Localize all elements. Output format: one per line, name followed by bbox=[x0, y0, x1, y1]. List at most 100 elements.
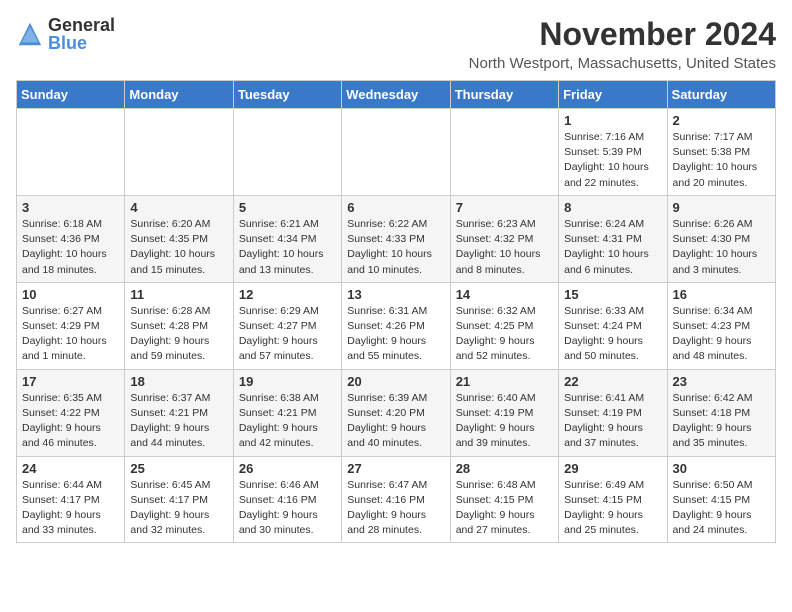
calendar-cell: 6 Sunrise: 6:22 AM Sunset: 4:33 PM Daylig… bbox=[342, 195, 450, 282]
day-number: 29 bbox=[564, 461, 661, 476]
day-header-tuesday: Tuesday bbox=[233, 81, 341, 109]
day-info: Sunrise: 6:24 AM Sunset: 4:31 PM Dayligh… bbox=[564, 217, 661, 278]
day-info: Sunrise: 6:39 AM Sunset: 4:20 PM Dayligh… bbox=[347, 391, 444, 452]
day-info: Sunrise: 6:34 AM Sunset: 4:23 PM Dayligh… bbox=[673, 304, 770, 365]
calendar-cell: 11 Sunrise: 6:28 AM Sunset: 4:28 PM Dayli… bbox=[125, 282, 233, 369]
calendar-cell: 18 Sunrise: 6:37 AM Sunset: 4:21 PM Dayli… bbox=[125, 369, 233, 456]
calendar-cell bbox=[125, 109, 233, 196]
day-number: 11 bbox=[130, 287, 227, 302]
day-number: 19 bbox=[239, 374, 336, 389]
calendar-cell: 30 Sunrise: 6:50 AM Sunset: 4:15 PM Dayli… bbox=[667, 456, 775, 543]
logo-general: General bbox=[48, 16, 115, 34]
day-number: 1 bbox=[564, 113, 661, 128]
day-info: Sunrise: 6:22 AM Sunset: 4:33 PM Dayligh… bbox=[347, 217, 444, 278]
day-number: 23 bbox=[673, 374, 770, 389]
day-number: 17 bbox=[22, 374, 119, 389]
calendar-header-row: SundayMondayTuesdayWednesdayThursdayFrid… bbox=[17, 81, 776, 109]
day-info: Sunrise: 6:37 AM Sunset: 4:21 PM Dayligh… bbox=[130, 391, 227, 452]
day-info: Sunrise: 6:42 AM Sunset: 4:18 PM Dayligh… bbox=[673, 391, 770, 452]
day-info: Sunrise: 6:21 AM Sunset: 4:34 PM Dayligh… bbox=[239, 217, 336, 278]
day-info: Sunrise: 6:28 AM Sunset: 4:28 PM Dayligh… bbox=[130, 304, 227, 365]
calendar-cell: 17 Sunrise: 6:35 AM Sunset: 4:22 PM Dayli… bbox=[17, 369, 125, 456]
day-number: 25 bbox=[130, 461, 227, 476]
calendar-cell: 28 Sunrise: 6:48 AM Sunset: 4:15 PM Dayli… bbox=[450, 456, 558, 543]
calendar-cell: 16 Sunrise: 6:34 AM Sunset: 4:23 PM Dayli… bbox=[667, 282, 775, 369]
day-info: Sunrise: 6:48 AM Sunset: 4:15 PM Dayligh… bbox=[456, 478, 553, 539]
day-header-sunday: Sunday bbox=[17, 81, 125, 109]
day-info: Sunrise: 6:41 AM Sunset: 4:19 PM Dayligh… bbox=[564, 391, 661, 452]
day-number: 7 bbox=[456, 200, 553, 215]
month-title: November 2024 bbox=[469, 16, 776, 53]
day-number: 9 bbox=[673, 200, 770, 215]
day-number: 2 bbox=[673, 113, 770, 128]
title-area: November 2024 North Westport, Massachuse… bbox=[469, 16, 776, 72]
calendar-cell: 4Sunrise: 6:20 AM Sunset: 4:35 PM Daylig… bbox=[125, 195, 233, 282]
header: General Blue November 2024 North Westpor… bbox=[16, 16, 776, 72]
day-info: Sunrise: 6:49 AM Sunset: 4:15 PM Dayligh… bbox=[564, 478, 661, 539]
day-number: 4 bbox=[130, 200, 227, 215]
day-number: 10 bbox=[22, 287, 119, 302]
day-info: Sunrise: 6:46 AM Sunset: 4:16 PM Dayligh… bbox=[239, 478, 336, 539]
day-info: Sunrise: 6:38 AM Sunset: 4:21 PM Dayligh… bbox=[239, 391, 336, 452]
calendar-cell: 13Sunrise: 6:31 AM Sunset: 4:26 PM Dayli… bbox=[342, 282, 450, 369]
calendar-cell: 26 Sunrise: 6:46 AM Sunset: 4:16 PM Dayli… bbox=[233, 456, 341, 543]
day-header-monday: Monday bbox=[125, 81, 233, 109]
calendar-cell: 2 Sunrise: 7:17 AM Sunset: 5:38 PM Daylig… bbox=[667, 109, 775, 196]
day-info: Sunrise: 6:18 AM Sunset: 4:36 PM Dayligh… bbox=[22, 217, 119, 278]
day-info: Sunrise: 6:23 AM Sunset: 4:32 PM Dayligh… bbox=[456, 217, 553, 278]
day-number: 16 bbox=[673, 287, 770, 302]
calendar-week-3: 10 Sunrise: 6:27 AM Sunset: 4:29 PM Dayli… bbox=[17, 282, 776, 369]
calendar-cell: 29 Sunrise: 6:49 AM Sunset: 4:15 PM Dayli… bbox=[559, 456, 667, 543]
day-info: Sunrise: 7:17 AM Sunset: 5:38 PM Dayligh… bbox=[673, 130, 770, 191]
day-info: Sunrise: 6:35 AM Sunset: 4:22 PM Dayligh… bbox=[22, 391, 119, 452]
calendar-cell: 9 Sunrise: 6:26 AM Sunset: 4:30 PM Daylig… bbox=[667, 195, 775, 282]
logo-blue: Blue bbox=[48, 34, 115, 52]
calendar-cell bbox=[342, 109, 450, 196]
day-number: 20 bbox=[347, 374, 444, 389]
calendar-cell: 1Sunrise: 7:16 AM Sunset: 5:39 PM Daylig… bbox=[559, 109, 667, 196]
day-number: 21 bbox=[456, 374, 553, 389]
day-number: 12 bbox=[239, 287, 336, 302]
day-number: 30 bbox=[673, 461, 770, 476]
calendar-cell bbox=[233, 109, 341, 196]
day-number: 14 bbox=[456, 287, 553, 302]
day-header-wednesday: Wednesday bbox=[342, 81, 450, 109]
day-number: 24 bbox=[22, 461, 119, 476]
calendar-cell: 19 Sunrise: 6:38 AM Sunset: 4:21 PM Dayli… bbox=[233, 369, 341, 456]
calendar: SundayMondayTuesdayWednesdayThursdayFrid… bbox=[16, 80, 776, 543]
calendar-cell: 15Sunrise: 6:33 AM Sunset: 4:24 PM Dayli… bbox=[559, 282, 667, 369]
logo: General Blue bbox=[16, 16, 115, 52]
day-info: Sunrise: 6:29 AM Sunset: 4:27 PM Dayligh… bbox=[239, 304, 336, 365]
calendar-week-1: 1Sunrise: 7:16 AM Sunset: 5:39 PM Daylig… bbox=[17, 109, 776, 196]
day-header-friday: Friday bbox=[559, 81, 667, 109]
day-info: Sunrise: 6:31 AM Sunset: 4:26 PM Dayligh… bbox=[347, 304, 444, 365]
calendar-cell bbox=[17, 109, 125, 196]
day-number: 6 bbox=[347, 200, 444, 215]
calendar-cell: 20 Sunrise: 6:39 AM Sunset: 4:20 PM Dayli… bbox=[342, 369, 450, 456]
calendar-week-5: 24 Sunrise: 6:44 AM Sunset: 4:17 PM Dayli… bbox=[17, 456, 776, 543]
calendar-cell: 25Sunrise: 6:45 AM Sunset: 4:17 PM Dayli… bbox=[125, 456, 233, 543]
calendar-cell: 22 Sunrise: 6:41 AM Sunset: 4:19 PM Dayli… bbox=[559, 369, 667, 456]
day-number: 22 bbox=[564, 374, 661, 389]
day-info: Sunrise: 6:50 AM Sunset: 4:15 PM Dayligh… bbox=[673, 478, 770, 539]
day-info: Sunrise: 6:44 AM Sunset: 4:17 PM Dayligh… bbox=[22, 478, 119, 539]
day-info: Sunrise: 6:40 AM Sunset: 4:19 PM Dayligh… bbox=[456, 391, 553, 452]
day-info: Sunrise: 6:26 AM Sunset: 4:30 PM Dayligh… bbox=[673, 217, 770, 278]
day-number: 26 bbox=[239, 461, 336, 476]
day-number: 15 bbox=[564, 287, 661, 302]
day-number: 5 bbox=[239, 200, 336, 215]
day-info: Sunrise: 6:32 AM Sunset: 4:25 PM Dayligh… bbox=[456, 304, 553, 365]
day-header-thursday: Thursday bbox=[450, 81, 558, 109]
calendar-cell: 24 Sunrise: 6:44 AM Sunset: 4:17 PM Dayli… bbox=[17, 456, 125, 543]
logo-icon bbox=[16, 20, 44, 48]
day-info: Sunrise: 6:27 AM Sunset: 4:29 PM Dayligh… bbox=[22, 304, 119, 365]
calendar-cell: 5 Sunrise: 6:21 AM Sunset: 4:34 PM Daylig… bbox=[233, 195, 341, 282]
calendar-cell: 27Sunrise: 6:47 AM Sunset: 4:16 PM Dayli… bbox=[342, 456, 450, 543]
day-number: 28 bbox=[456, 461, 553, 476]
day-number: 18 bbox=[130, 374, 227, 389]
day-number: 27 bbox=[347, 461, 444, 476]
calendar-cell: 7 Sunrise: 6:23 AM Sunset: 4:32 PM Daylig… bbox=[450, 195, 558, 282]
calendar-cell: 3Sunrise: 6:18 AM Sunset: 4:36 PM Daylig… bbox=[17, 195, 125, 282]
calendar-cell: 21 Sunrise: 6:40 AM Sunset: 4:19 PM Dayli… bbox=[450, 369, 558, 456]
calendar-week-2: 3Sunrise: 6:18 AM Sunset: 4:36 PM Daylig… bbox=[17, 195, 776, 282]
